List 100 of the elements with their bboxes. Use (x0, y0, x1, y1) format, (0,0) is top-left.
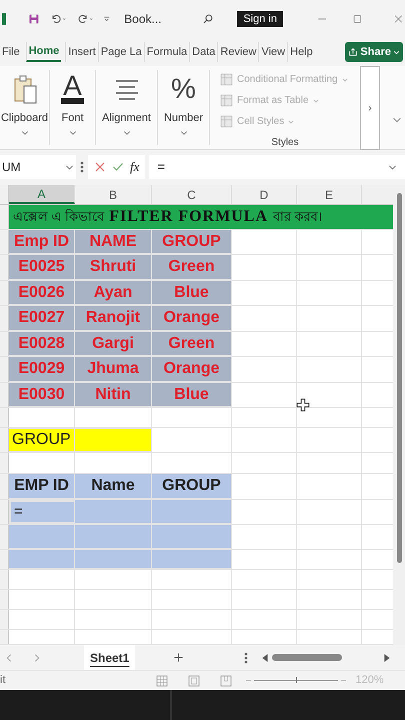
ribbon-tab[interactable]: Formula (144, 42, 190, 62)
group-label: Number (164, 111, 204, 126)
ribbon-tab[interactable]: Home (26, 42, 62, 62)
clipboard-icon[interactable] (12, 74, 38, 104)
formula-value: = (157, 158, 165, 176)
row-header[interactable] (0, 205, 9, 229)
criteria-input[interactable] (75, 428, 152, 452)
table-cell: Blue (152, 281, 232, 305)
ribbon-tab[interactable]: Help (287, 42, 315, 62)
scroll-left-icon[interactable] (262, 654, 268, 662)
group-label: Alignment (102, 111, 151, 126)
row-header[interactable] (0, 570, 9, 589)
ribbon-tab[interactable]: Insert (65, 42, 98, 62)
row-header[interactable] (0, 383, 9, 407)
scroll-right-icon[interactable] (384, 654, 390, 662)
column-heading: EMP ID (9, 474, 75, 499)
sign-in-button[interactable]: Sign in (237, 11, 283, 27)
app-icon[interactable] (2, 11, 6, 27)
row-header[interactable] (0, 630, 9, 644)
chevron-down-icon (388, 162, 397, 172)
ribbon-tab[interactable]: Page La (98, 42, 144, 62)
column-header[interactable]: A (9, 185, 75, 204)
page-layout-icon[interactable] (188, 674, 200, 686)
table-cell: E0029 (9, 357, 75, 382)
ribbon-tab[interactable]: View (258, 42, 288, 62)
chevron-down-icon[interactable] (68, 128, 76, 136)
table-cell: E0028 (9, 332, 75, 356)
column-header[interactable]: B (75, 185, 152, 204)
status-mode: it (0, 673, 6, 688)
row-header[interactable] (0, 428, 9, 452)
chevron-down-icon (312, 98, 319, 104)
chevron-down-icon[interactable] (180, 128, 188, 136)
chevron-down-icon (342, 76, 348, 82)
table-cell: Orange (152, 357, 232, 382)
row-header[interactable] (0, 281, 9, 305)
group-label: Font (61, 111, 84, 126)
row-header[interactable] (0, 408, 9, 427)
row-header[interactable] (0, 453, 9, 473)
table-cell: Orange (152, 306, 232, 331)
table-cell: E0030 (9, 383, 75, 407)
previous-sheet-icon[interactable] (4, 652, 14, 662)
table-cell: E0026 (9, 281, 75, 305)
table-cell: Ranojit (75, 306, 152, 331)
table-cell: Green (152, 332, 232, 356)
page-break-icon[interactable] (220, 674, 232, 686)
chevron-down-icon (393, 48, 400, 56)
row-header[interactable] (0, 255, 9, 280)
close-icon[interactable] (394, 13, 404, 25)
share-button[interactable]: Share (345, 42, 403, 62)
ribbon-tab[interactable]: Data (189, 42, 218, 62)
enter-icon[interactable] (112, 161, 124, 173)
cancel-icon[interactable] (94, 161, 106, 173)
next-sheet-icon[interactable] (32, 652, 42, 662)
table-cell: Nitin (75, 383, 152, 407)
table-cell: Jhuma (75, 357, 152, 382)
row-header[interactable] (0, 230, 9, 254)
formula-input[interactable]: = (149, 155, 405, 179)
table-cell: Blue (152, 383, 232, 407)
normal-view-icon[interactable] (156, 674, 168, 686)
chevron-down-icon[interactable] (20, 128, 28, 136)
active-cell[interactable]: = (9, 500, 75, 524)
sheet-tab[interactable]: Sheet1 (84, 645, 136, 670)
ribbon-tab[interactable]: File (0, 42, 22, 62)
row-header[interactable] (0, 610, 9, 629)
format-table-icon (220, 94, 233, 107)
insert-function-button[interactable]: fx (130, 157, 140, 177)
row-header[interactable] (0, 500, 9, 524)
table-cell: E0027 (9, 306, 75, 331)
row-header[interactable] (0, 357, 9, 382)
more-icon[interactable] (244, 652, 248, 664)
row-header[interactable] (0, 590, 9, 609)
customize-icon[interactable] (102, 14, 110, 24)
percent-icon[interactable]: % (171, 74, 196, 104)
column-heading: Name (75, 474, 152, 499)
row-header[interactable] (0, 525, 9, 549)
window-title: Book... (124, 11, 162, 28)
table-cell: Gargi (75, 332, 152, 356)
add-sheet-icon[interactable] (173, 652, 184, 663)
row-header[interactable] (0, 332, 9, 356)
column-header[interactable]: E (297, 185, 362, 204)
conditional-formatting-icon (220, 73, 233, 86)
column-heading: GROUP (152, 474, 232, 499)
column-heading: NAME (75, 230, 152, 254)
row-header[interactable] (0, 306, 9, 331)
horizontal-scrollbar[interactable] (262, 652, 390, 664)
group-label: Styles (271, 136, 300, 150)
row-header[interactable] (0, 474, 9, 499)
name-box-value: UM (2, 159, 21, 176)
collapse-ribbon-icon[interactable] (392, 115, 402, 125)
chevron-down-icon (65, 162, 74, 172)
ribbon-tab[interactable]: Review (217, 42, 258, 62)
name-box[interactable]: UM (0, 155, 76, 179)
column-header[interactable]: C (152, 185, 232, 204)
maximize-icon[interactable] (353, 13, 362, 25)
share-icon (348, 47, 358, 57)
column-header[interactable]: D (232, 185, 297, 204)
ribbon-expand-button[interactable]: › (360, 66, 380, 150)
row-header[interactable] (0, 550, 9, 569)
cell-styles-icon (220, 115, 233, 128)
chevron-down-icon[interactable] (122, 128, 130, 136)
